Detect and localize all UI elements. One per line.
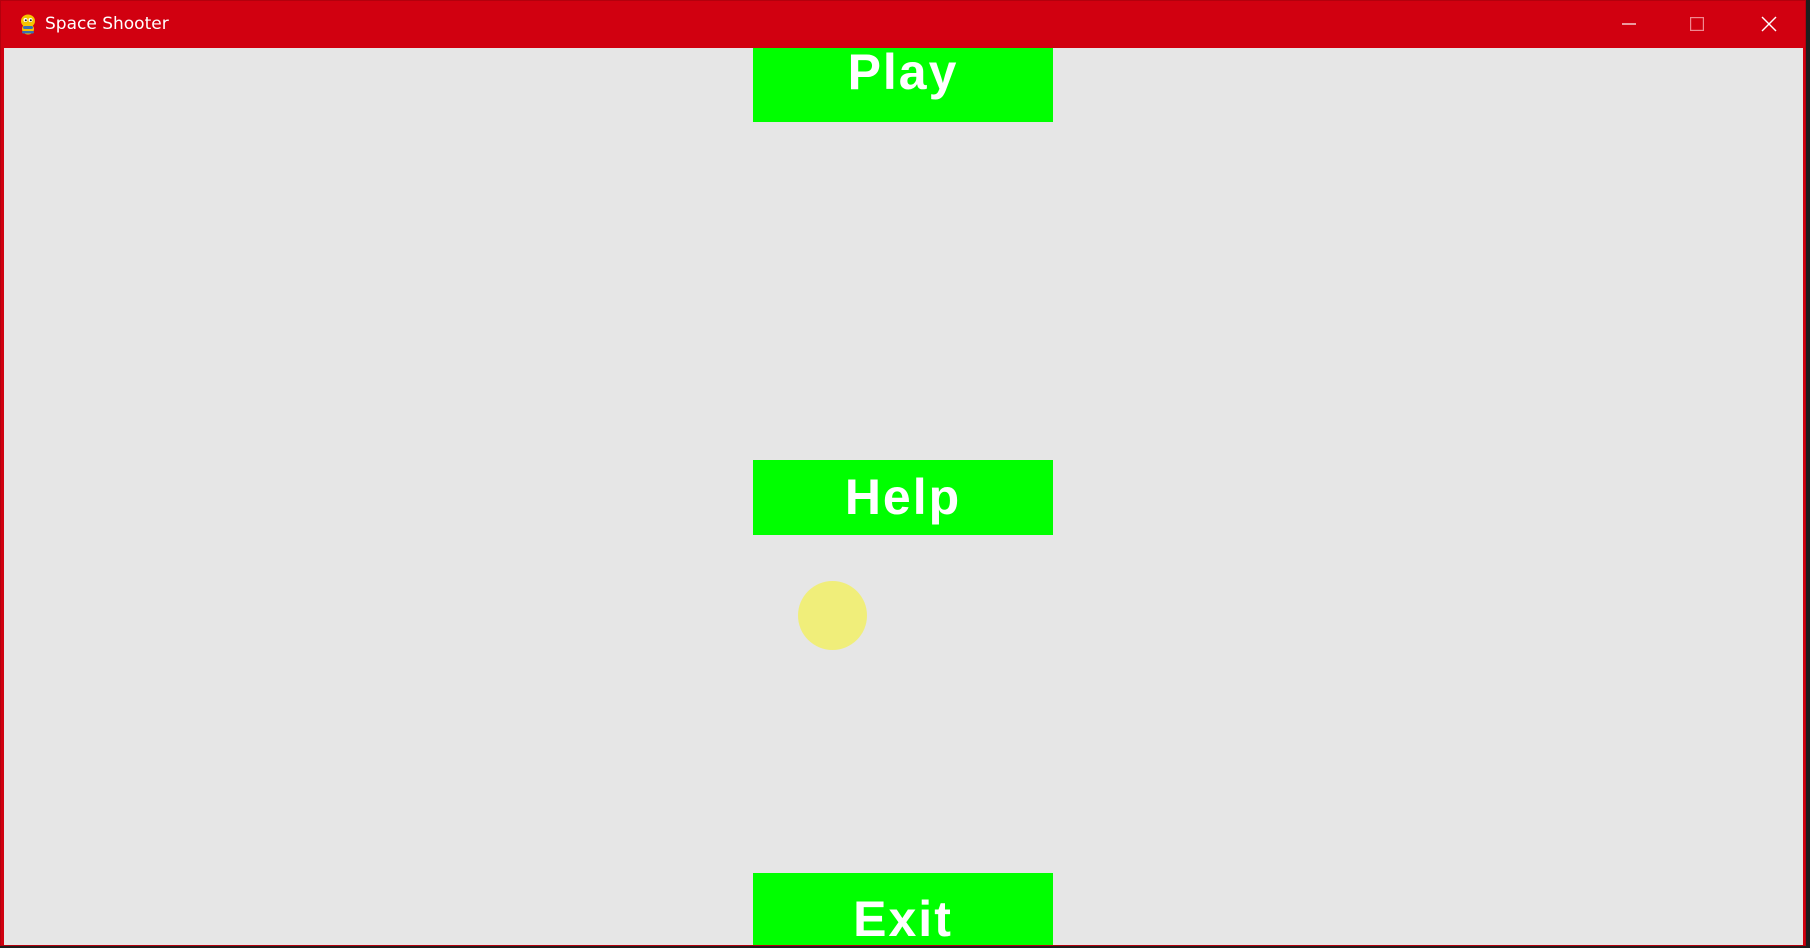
minimize-icon [1622,23,1636,25]
window-title: Space Shooter [45,14,169,34]
title-bar[interactable]: Space Shooter [1,1,1805,47]
app-window: Space Shooter Play Help Exit [0,0,1806,946]
minimize-button[interactable] [1595,1,1663,47]
mouse-pointer-marker [798,581,867,650]
close-icon [1761,16,1777,32]
desktop-background-strip [1806,0,1810,948]
play-button-label: Play [847,48,959,100]
game-canvas[interactable]: Play Help Exit [4,48,1803,946]
exit-button[interactable]: Exit [753,873,1053,946]
close-button[interactable] [1735,1,1803,47]
help-button[interactable]: Help [753,460,1053,535]
help-button-label: Help [844,469,962,525]
exit-button-label: Exit [853,891,953,946]
play-button[interactable]: Play [753,48,1053,122]
maximize-button[interactable] [1663,1,1731,47]
maximize-icon [1690,17,1704,31]
pygame-snake-icon [21,14,35,35]
